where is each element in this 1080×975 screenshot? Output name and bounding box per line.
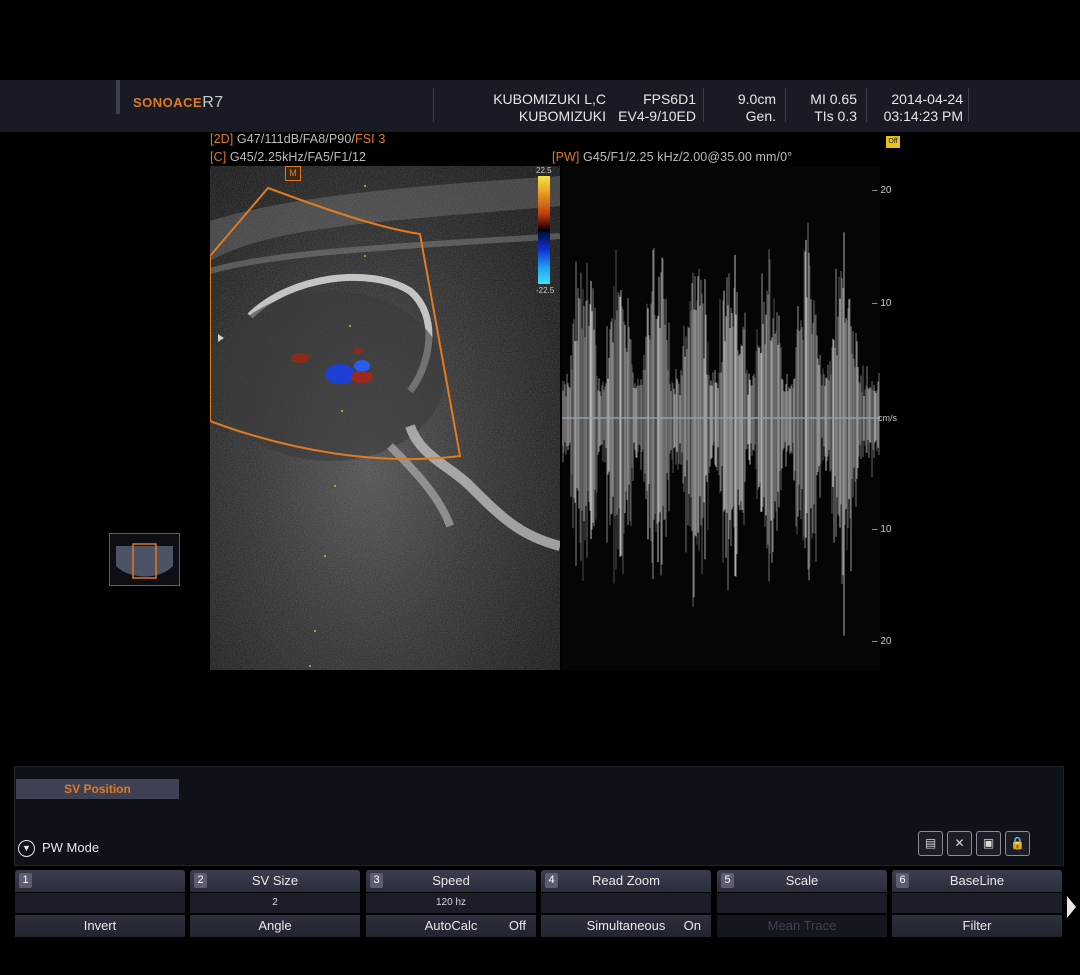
- scale-tick-10-bottom: – 10: [872, 524, 892, 535]
- lock-icon[interactable]: 🔒: [1005, 831, 1030, 856]
- scale-tick-20-top: – 20: [872, 185, 892, 196]
- baseline-value: [892, 893, 1062, 913]
- info-color: [C] G45/2.25kHz/FA5/F1/12: [210, 150, 367, 164]
- freeze-indicator: Off: [886, 136, 900, 148]
- preset-name: FPS6D1: [643, 91, 696, 107]
- softkey-4: 4 Read Zoom Simultaneous On: [541, 870, 711, 937]
- angle-button[interactable]: Angle: [190, 915, 360, 937]
- sv-position-label[interactable]: SV Position: [16, 779, 179, 799]
- mi-value: MI 0.65: [810, 91, 857, 107]
- datetime: 2014-04-24 03:14:23 PM: [872, 91, 963, 125]
- spectrum-drawing: [562, 222, 880, 636]
- softkey-1: 1 Invert: [15, 870, 185, 937]
- mean-trace-button: Mean Trace: [717, 915, 887, 937]
- application-value: Gen.: [745, 108, 776, 124]
- save-icon[interactable]: ▣: [976, 831, 1001, 856]
- patient-info: KUBOMIZUKI L,C KUBOMIZUKI: [470, 91, 606, 125]
- scale-unit: cm/s: [878, 413, 897, 423]
- status-header: SONOACER7 KUBOMIZUKI L,C KUBOMIZUKI FPS6…: [0, 80, 1080, 132]
- patient-id: KUBOMIZUKI: [518, 108, 606, 124]
- softkey-1-value: [15, 893, 185, 913]
- sv-size-value: 2: [190, 893, 360, 913]
- probe-name: EV4-9/10ED: [618, 108, 696, 124]
- scale-value: [717, 893, 887, 913]
- info-pw: [PW] G45/F1/2.25 kHz/2.00@35.00 mm/0°: [552, 150, 793, 164]
- header-divider: [785, 88, 786, 122]
- sv-size-button[interactable]: 2 SV Size: [190, 870, 360, 892]
- softkey-6: 6 BaseLine Filter: [892, 870, 1062, 937]
- doppler-spectrum[interactable]: [562, 166, 880, 670]
- autocalc-state: Off: [508, 918, 526, 933]
- focus-marker[interactable]: M: [285, 166, 301, 181]
- probe-orientation-thumbnail: [109, 533, 180, 586]
- color-velocity-bar: [538, 176, 550, 284]
- pw-mode-label: PW Mode: [42, 840, 100, 855]
- color-scale-bottom: -22.5: [536, 286, 555, 295]
- softkey-1-top[interactable]: 1: [15, 870, 185, 892]
- speed-value: 120 hz: [366, 893, 536, 913]
- read-zoom-value: [541, 893, 711, 913]
- scale-tick-10-top: – 10: [872, 298, 892, 309]
- patient-name: KUBOMIZUKI L,C: [493, 91, 606, 107]
- header-divider: [968, 88, 969, 122]
- simultaneous-toggle[interactable]: Simultaneous On: [541, 915, 711, 937]
- invert-button[interactable]: Invert: [15, 915, 185, 937]
- info-2d: [2D] G47/111dB/FA8/P90/FSI 3: [210, 132, 386, 146]
- header-divider: [866, 88, 867, 122]
- time-value: 03:14:23 PM: [883, 108, 963, 124]
- measure-icon[interactable]: ✕: [947, 831, 972, 856]
- report-icon[interactable]: ▤: [918, 831, 943, 856]
- index-info: MI 0.65 TIs 0.3: [790, 91, 857, 125]
- softkey-5: 5 Scale Mean Trace: [717, 870, 887, 937]
- scale-tick-20-bottom: – 20: [872, 636, 892, 647]
- pw-mode-menu[interactable]: ▼ PW Mode: [18, 840, 100, 858]
- depth-info: 9.0cm Gen.: [706, 91, 776, 125]
- header-divider: [703, 88, 704, 122]
- bmode-image[interactable]: [210, 166, 560, 670]
- header-divider: [433, 88, 434, 122]
- bmode-drawing: [210, 166, 560, 670]
- read-zoom-button[interactable]: 4 Read Zoom: [541, 870, 711, 892]
- autocalc-toggle[interactable]: AutoCalc Off: [366, 915, 536, 937]
- baseline-button[interactable]: 6 BaseLine: [892, 870, 1062, 892]
- softkey-2: 2 SV Size 2 Angle: [190, 870, 360, 937]
- probe-info: FPS6D1 EV4-9/10ED: [610, 91, 696, 125]
- depth-value: 9.0cm: [737, 91, 776, 107]
- date-value: 2014-04-24: [891, 91, 963, 107]
- softkey-3: 3 Speed 120 hz AutoCalc Off: [366, 870, 536, 937]
- brand-logo: SONOACER7: [133, 94, 224, 111]
- scale-button[interactable]: 5 Scale: [717, 870, 887, 892]
- next-page-arrow-icon[interactable]: [1067, 896, 1076, 918]
- thumbnail-drawing: [116, 543, 173, 579]
- tis-value: TIs 0.3: [814, 108, 857, 124]
- color-scale-top: 22.5: [536, 166, 552, 175]
- filter-button[interactable]: Filter: [892, 915, 1062, 937]
- simultaneous-state: On: [683, 918, 701, 933]
- chevron-down-icon: ▼: [18, 840, 35, 858]
- speed-button[interactable]: 3 Speed: [366, 870, 536, 892]
- brand-divider: [116, 80, 120, 114]
